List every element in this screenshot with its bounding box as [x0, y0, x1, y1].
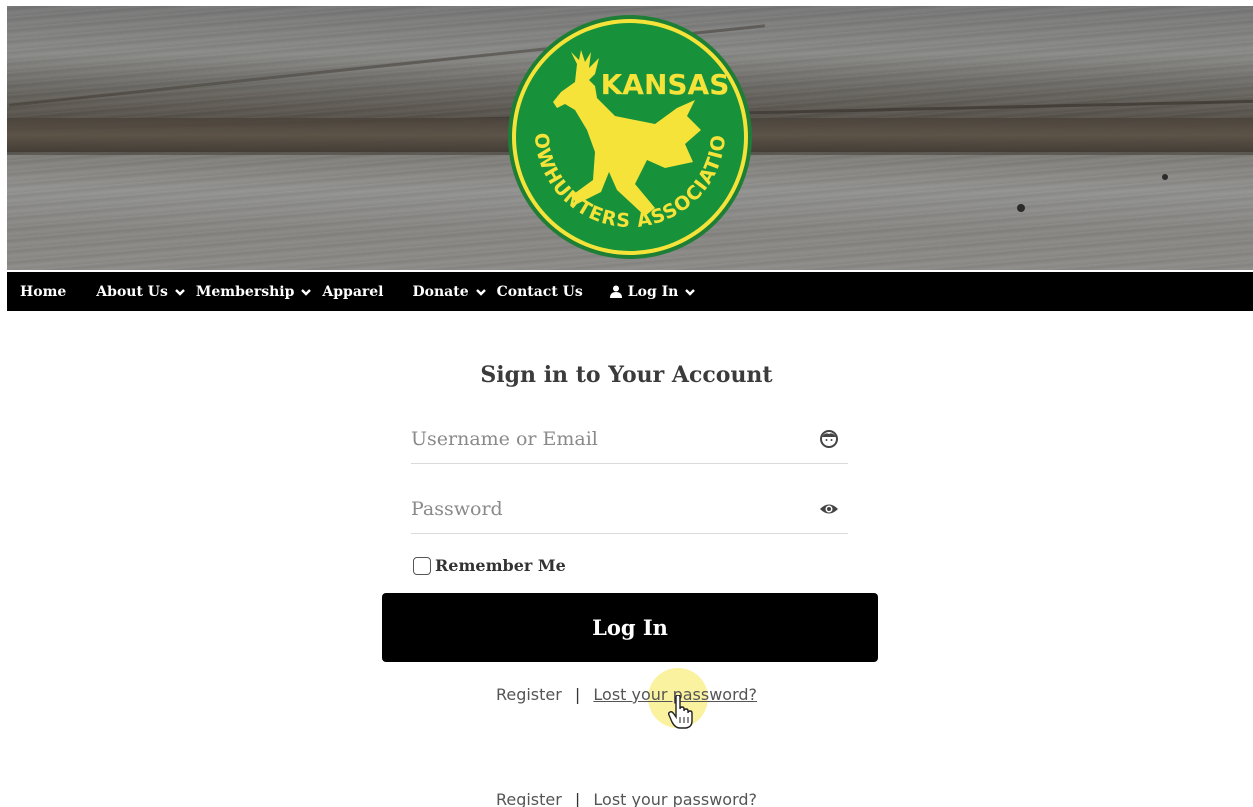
nav-donate-label: Donate	[412, 283, 469, 300]
footer-lost-password-link[interactable]: Lost your password?	[593, 790, 757, 807]
footer-links: Register | Lost your password?	[0, 790, 1253, 807]
nav-log-in-label: Log In	[627, 283, 679, 300]
nav-donate[interactable]: Donate	[413, 284, 487, 300]
chevron-down-icon	[475, 288, 486, 296]
nav-membership[interactable]: Membership	[196, 284, 312, 300]
nav-contact-us[interactable]: Contact Us	[497, 284, 583, 300]
remember-me: Remember Me	[413, 556, 566, 575]
logo-top-text: KANSAS	[601, 68, 730, 101]
kansas-bowhunters-logo[interactable]: KANSAS BOWHUNTERS ASSOCIATION	[505, 12, 755, 262]
nav-contact-us-label: Contact Us	[496, 283, 583, 300]
chevron-down-icon	[685, 288, 696, 296]
eye-icon[interactable]	[819, 499, 839, 519]
footer-link-separator: |	[574, 790, 581, 807]
header-banner: KANSAS BOWHUNTERS ASSOCIATION	[7, 6, 1253, 270]
wood-knot	[1017, 204, 1025, 212]
nav-home-label: Home	[20, 283, 67, 300]
log-in-button[interactable]: Log In	[382, 593, 878, 662]
pointer-hand-icon	[668, 695, 693, 729]
face-icon	[820, 430, 838, 448]
nav-membership-label: Membership	[195, 283, 295, 300]
nav-about-us[interactable]: About Us	[96, 284, 186, 300]
remember-me-checkbox[interactable]	[413, 556, 431, 575]
chevron-down-icon	[301, 288, 312, 296]
remember-me-label[interactable]: Remember Me	[435, 556, 566, 575]
username-field	[411, 416, 848, 464]
user-icon	[609, 285, 622, 298]
main-nav: Home About Us Membership Apparel Donate …	[7, 272, 1253, 311]
form-links: Register | Lost your password?	[0, 685, 1253, 704]
nav-about-us-label: About Us	[96, 283, 168, 300]
register-link[interactable]: Register	[496, 685, 562, 704]
page-title: Sign in to Your Account	[480, 362, 773, 388]
nav-apparel-label: Apparel	[322, 283, 384, 300]
nav-log-in[interactable]: Log In	[609, 283, 697, 300]
nav-apparel[interactable]: Apparel	[322, 284, 383, 300]
nav-home[interactable]: Home	[20, 284, 66, 300]
wood-knot	[1162, 174, 1168, 180]
username-input[interactable]	[411, 424, 801, 454]
link-separator: |	[574, 685, 581, 704]
password-input[interactable]	[411, 494, 801, 524]
footer-register-link[interactable]: Register	[496, 790, 562, 807]
chevron-down-icon	[175, 288, 185, 296]
password-field	[411, 486, 848, 534]
